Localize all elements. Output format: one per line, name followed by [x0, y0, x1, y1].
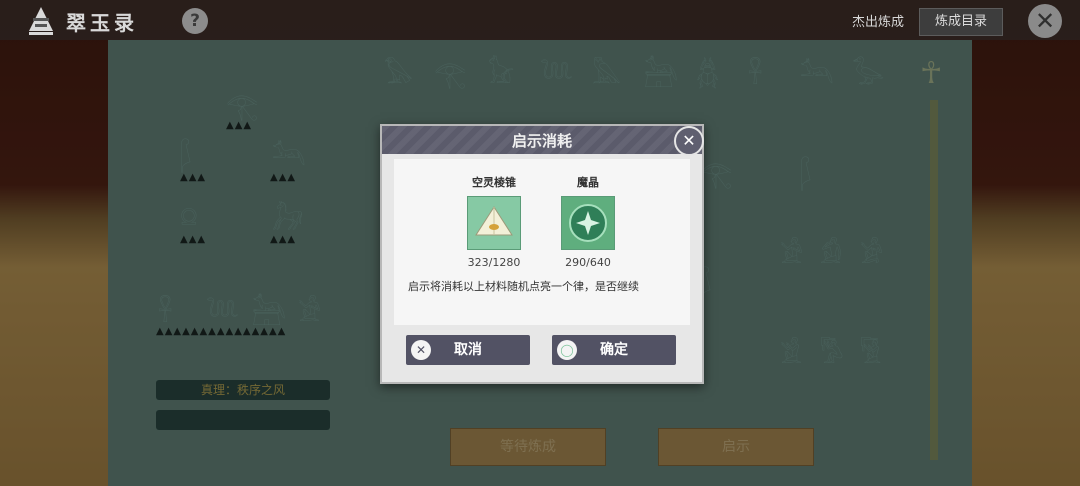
material-name: 空灵棱锥 — [472, 176, 516, 189]
outstanding-alchemy-link[interactable]: 杰出炼成 — [852, 11, 904, 30]
alchemy-catalog-button[interactable]: 炼成目录 — [919, 8, 1003, 36]
dialog-close-icon[interactable]: ✕ — [674, 126, 704, 156]
material-count: 323/1280 — [467, 256, 521, 269]
circle-icon: ◯ — [557, 340, 577, 360]
dialog-message: 启示将消耗以上材料随机点亮一个律，是否继续 — [408, 280, 639, 293]
top-bar: 翠玉录 ? 杰出炼成 炼成目录 ✕ — [0, 0, 1080, 40]
dialog-title: 启示消耗 — [511, 132, 572, 150]
material-name: 魔晶 — [577, 176, 599, 189]
help-button[interactable]: ? — [182, 8, 208, 34]
cancel-label: 取消 — [454, 342, 482, 358]
material-count: 290/640 — [565, 256, 611, 269]
close-icon[interactable]: ✕ — [1028, 4, 1062, 38]
material-item: 空灵棱锥 323/1280 — [454, 174, 534, 269]
cross-icon: ✕ — [411, 340, 431, 360]
dialog-body: 空灵棱锥 323/1280 魔晶 290/640 启示将消耗以上材料随机点亮一个… — [394, 159, 690, 325]
material-item: 魔晶 290/640 — [548, 174, 628, 269]
pyramid-icon[interactable] — [467, 196, 521, 250]
app-logo-icon — [29, 7, 53, 35]
magic-crystal-icon[interactable] — [561, 196, 615, 250]
app-title: 翠玉录 — [66, 11, 138, 35]
confirm-button[interactable]: ◯ 确定 — [552, 335, 676, 365]
cancel-button[interactable]: ✕ 取消 — [406, 335, 530, 365]
reveal-cost-dialog: 启示消耗 ✕ 空灵棱锥 323/1280 魔晶 290/640 启示将消耗以上材… — [380, 124, 704, 384]
confirm-label: 确定 — [600, 342, 628, 358]
